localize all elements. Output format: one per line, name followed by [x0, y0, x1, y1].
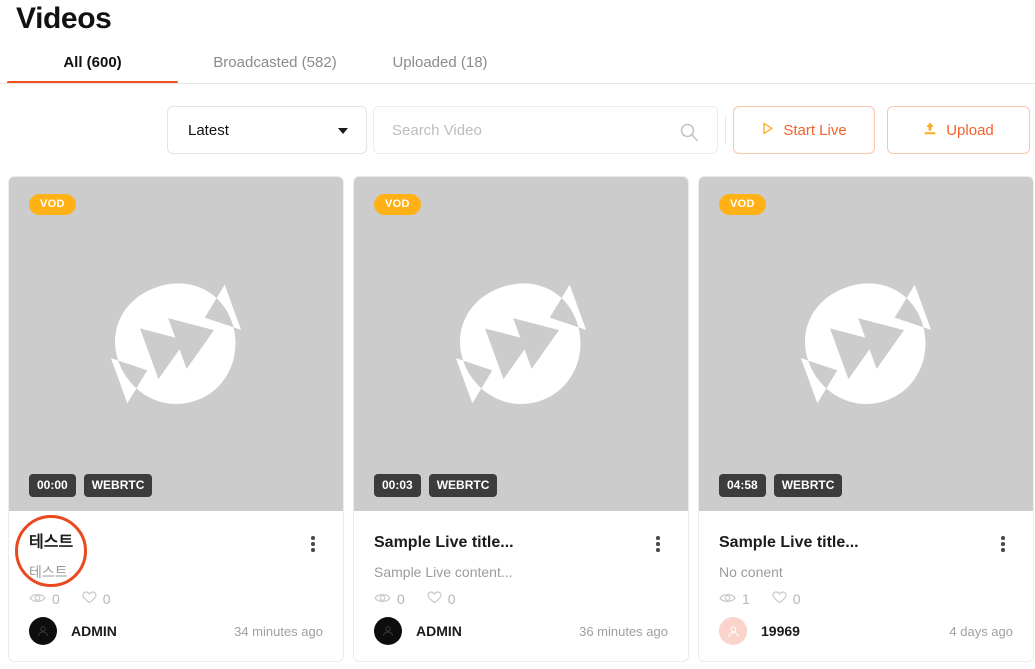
tab-uploaded[interactable]: Uploaded (18) [365, 44, 515, 80]
card-title-row: 테스트 [29, 533, 323, 555]
tab-all-label: All (600) [63, 53, 122, 71]
owner-name: ADMIN [71, 623, 117, 639]
tab-all[interactable]: All (600) [0, 44, 185, 84]
card-owner-row: ADMIN 34 minutes ago [29, 617, 323, 645]
vod-badge: VOD [374, 194, 421, 215]
tab-uploaded-label: Uploaded (18) [392, 53, 488, 71]
tab-broadcasted[interactable]: Broadcasted (582) [185, 44, 365, 80]
owner-name: 19969 [761, 623, 800, 639]
owner-name: ADMIN [416, 623, 462, 639]
upload-label: Upload [946, 121, 994, 139]
search-input[interactable] [392, 116, 667, 144]
video-thumbnail[interactable]: VOD 04:58 WEBRTC [699, 177, 1033, 511]
video-card[interactable]: VOD 04:58 WEBRTC Sample Live title... No… [698, 176, 1034, 662]
heart-icon [772, 591, 787, 607]
card-body: Sample Live title... Sample Live content… [354, 511, 688, 607]
video-card-grid: VOD 00:00 WEBRTC 테스트 테스트 0 0 ADMIN 34 mi… [8, 176, 1035, 662]
thumbnail-badges: 00:00 WEBRTC [29, 474, 153, 497]
page-title: Videos [16, 2, 112, 35]
view-count-value: 0 [397, 591, 405, 607]
heart-icon [82, 591, 97, 607]
card-stats: 0 0 [374, 591, 668, 607]
relative-time: 34 minutes ago [234, 623, 323, 639]
view-count: 1 [719, 591, 750, 607]
protocol-badge: WEBRTC [773, 474, 843, 497]
relative-time: 36 minutes ago [579, 623, 668, 639]
upload-icon [923, 121, 937, 140]
sort-select[interactable]: Latest [167, 106, 367, 154]
video-title: Sample Live title... [719, 534, 859, 551]
tab-bar: All (600) Broadcasted (582) Uploaded (18… [0, 44, 1035, 84]
videos-page: Videos All (600) Broadcasted (582) Uploa… [0, 0, 1035, 669]
toolbar: Latest Start Live [0, 106, 1035, 154]
eye-icon [29, 591, 46, 607]
more-options-icon[interactable] [648, 533, 668, 555]
eye-icon [719, 591, 736, 607]
video-description: Sample Live content... [374, 564, 513, 580]
vod-badge: VOD [29, 194, 76, 215]
chevron-down-icon [338, 128, 348, 134]
play-logo-watermark [110, 283, 242, 404]
tab-bar-divider [0, 83, 1035, 84]
heart-icon [427, 591, 442, 607]
video-description: No conent [719, 564, 783, 580]
view-count: 0 [374, 591, 405, 607]
card-body: 테스트 테스트 0 0 [9, 511, 343, 607]
card-title-row: Sample Live title... [719, 533, 1013, 555]
view-count: 0 [29, 591, 60, 607]
like-count-value: 0 [792, 591, 801, 607]
card-owner-row: ADMIN 36 minutes ago [374, 617, 668, 645]
card-owner-row: 19969 4 days ago [719, 617, 1013, 645]
video-description: 테스트 [29, 564, 68, 580]
view-count-value: 1 [742, 591, 750, 607]
search-icon[interactable] [679, 122, 699, 147]
video-card[interactable]: VOD 00:03 WEBRTC Sample Live title... Sa… [353, 176, 689, 662]
user-icon [727, 625, 739, 637]
play-icon [761, 122, 774, 139]
protocol-badge: WEBRTC [428, 474, 498, 497]
avatar[interactable] [29, 617, 57, 645]
start-live-button[interactable]: Start Live [733, 106, 875, 154]
search-box[interactable] [373, 106, 718, 154]
video-title: Sample Live title... [374, 534, 514, 551]
more-options-icon[interactable] [303, 533, 323, 555]
protocol-badge: WEBRTC [83, 474, 153, 497]
video-thumbnail[interactable]: VOD 00:00 WEBRTC [9, 177, 343, 511]
avatar[interactable] [719, 617, 747, 645]
vod-badge: VOD [719, 194, 766, 215]
like-count-value: 0 [102, 591, 111, 607]
view-count-value: 0 [52, 591, 60, 607]
like-count: 0 [772, 591, 801, 607]
duration-badge: 04:58 [719, 474, 766, 497]
eye-icon [374, 591, 391, 607]
duration-badge: 00:03 [374, 474, 421, 497]
toolbar-divider [725, 116, 726, 144]
thumbnail-badges: 00:03 WEBRTC [374, 474, 498, 497]
like-count-value: 0 [447, 591, 456, 607]
user-icon [38, 626, 48, 637]
tab-broadcasted-label: Broadcasted (582) [213, 53, 337, 71]
video-thumbnail[interactable]: VOD 00:03 WEBRTC [354, 177, 688, 511]
like-count: 0 [82, 591, 111, 607]
video-title: 테스트 [29, 534, 74, 551]
more-options-icon[interactable] [993, 533, 1013, 555]
card-body: Sample Live title... No conent 1 0 [699, 511, 1033, 607]
sort-select-value: Latest [188, 121, 229, 139]
card-stats: 0 0 [29, 591, 323, 607]
play-logo-watermark [800, 283, 932, 404]
card-stats: 1 0 [719, 591, 1013, 607]
play-logo-watermark [455, 283, 587, 404]
duration-badge: 00:00 [29, 474, 76, 497]
start-live-label: Start Live [783, 121, 847, 139]
thumbnail-badges: 04:58 WEBRTC [719, 474, 843, 497]
relative-time: 4 days ago [949, 623, 1013, 639]
user-icon [383, 626, 393, 637]
upload-button[interactable]: Upload [887, 106, 1030, 154]
video-card[interactable]: VOD 00:00 WEBRTC 테스트 테스트 0 0 ADMIN 34 mi… [8, 176, 344, 662]
card-title-row: Sample Live title... [374, 533, 668, 555]
like-count: 0 [427, 591, 456, 607]
avatar[interactable] [374, 617, 402, 645]
